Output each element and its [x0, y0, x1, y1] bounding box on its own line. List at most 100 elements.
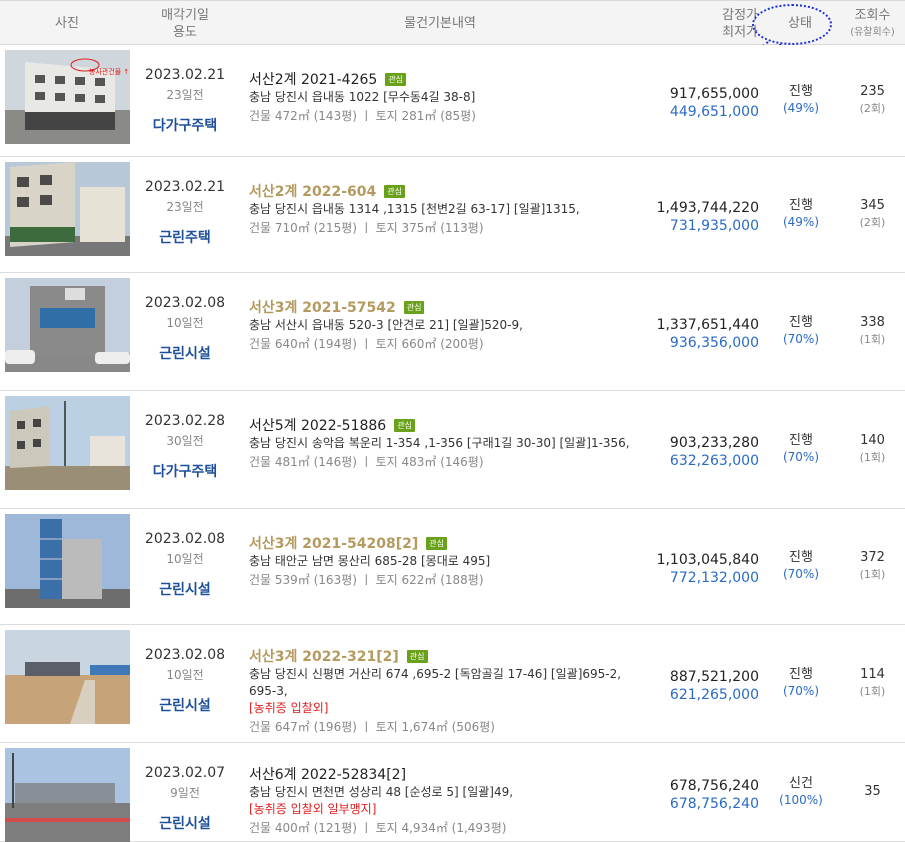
listing-photo[interactable]: [5, 278, 130, 372]
area-summary: 건물 472㎡ (143평) ㅣ 토지 281㎡ (85평): [249, 109, 476, 123]
listing-photo[interactable]: [5, 748, 130, 842]
minimum-price: 678,756,240: [669, 796, 759, 812]
days-left: 10일전: [166, 316, 204, 330]
usage-link[interactable]: 근린시설: [135, 813, 235, 833]
fail-count: (1회): [859, 685, 886, 698]
case-number-link[interactable]: 서산2계 2022-604: [249, 181, 376, 201]
listing-photo[interactable]: [5, 396, 130, 490]
area-summary: 건물 539㎡ (163평) ㅣ 토지 622㎡ (188평): [249, 573, 484, 587]
date-usage-cell: 2023.02.21 23일전 근린주택: [135, 157, 235, 272]
case-number-link[interactable]: 서산3계 2022-321[2]: [249, 646, 399, 666]
days-left: 23일전: [166, 88, 204, 102]
views-cell: 372 (1회): [840, 549, 905, 583]
status-cell: 진행 (70%): [760, 432, 842, 466]
listing-photo[interactable]: [5, 514, 130, 608]
minimum-percent: (49%): [782, 215, 820, 229]
minimum-price: 449,651,000: [669, 104, 759, 120]
auction-date: 2023.02.08: [144, 531, 226, 547]
appraisal-price: 903,233,280: [669, 435, 759, 451]
status-cell: 진행 (70%): [760, 314, 842, 348]
property-address: 충남 태안군 남면 몽산리 685-28 [몽대로 495]: [249, 554, 491, 568]
fail-count: (1회): [859, 451, 886, 464]
status-text: 신건: [789, 776, 813, 791]
view-count: 235: [860, 84, 885, 99]
auction-date: 2023.02.21: [144, 179, 226, 195]
listing-row[interactable]: 2023.02.08 10일전 근린시설 서산3계 2022-321[2] 관심…: [0, 625, 905, 743]
property-address: 충남 당진시 읍내동 1314 ,1315 [천변2길 63-17] [일괄]1…: [249, 202, 580, 216]
status-text: 진행: [789, 198, 813, 213]
status-cell: 진행 (70%): [760, 549, 842, 583]
listing-photo[interactable]: [5, 630, 130, 724]
price-cell: 678,756,240 678,756,240: [640, 777, 759, 813]
property-address: 충남 당진시 송악읍 복운리 1-354 ,1-356 [구래1길 30-30]…: [249, 436, 630, 450]
view-count: 114: [860, 667, 885, 682]
status-text: 진행: [789, 667, 813, 682]
fail-count: (2회): [859, 102, 886, 115]
interest-badge[interactable]: 관심: [426, 536, 448, 550]
property-info: 서산2계 2021-4265 관심 충남 당진시 읍내동 1022 [무수동4길…: [249, 70, 639, 125]
property-info: 서산2계 2022-604 관심 충남 당진시 읍내동 1314 ,1315 […: [249, 182, 639, 237]
listing-row[interactable]: 2023.02.08 10일전 근린시설 서산3계 2021-57542 관심 …: [0, 273, 905, 391]
date-usage-cell: 2023.02.08 10일전 근린시설: [135, 273, 235, 390]
interest-badge[interactable]: 관심: [385, 72, 407, 86]
fail-count: (1회): [859, 333, 886, 346]
photo-overlay-label: 봉사관건물 ↑: [89, 67, 129, 76]
price-cell: 1,103,045,840 772,132,000: [640, 551, 759, 587]
case-number-link[interactable]: 서산6계 2022-52834[2]: [249, 764, 406, 784]
auction-date: 2023.02.08: [144, 647, 226, 663]
case-number-link[interactable]: 서산5계 2022-51886: [249, 415, 386, 435]
price-cell: 1,337,651,440 936,356,000: [640, 316, 759, 352]
listing-row[interactable]: 봉사관건물 ↑ 2023.02.21 23일전 다가구주택 서산2계 2021-…: [0, 45, 905, 157]
usage-link[interactable]: 다가구주택: [135, 115, 235, 135]
status-text: 진행: [789, 315, 813, 330]
header-info: 물건기본내역: [404, 16, 476, 31]
usage-link[interactable]: 근린주택: [135, 227, 235, 247]
days-left: 10일전: [166, 552, 204, 566]
views-cell: 114 (1회): [840, 666, 905, 700]
minimum-price: 772,132,000: [669, 570, 759, 586]
appraisal-price: 678,756,240: [669, 778, 759, 794]
usage-link[interactable]: 근린시설: [135, 695, 235, 715]
auction-date: 2023.02.21: [144, 67, 226, 83]
property-info: 서산6계 2022-52834[2] 충남 당진시 면천면 성상리 48 [순성…: [249, 765, 639, 837]
case-number-link[interactable]: 서산3계 2021-57542: [249, 297, 396, 317]
date-usage-cell: 2023.02.08 10일전 근린시설: [135, 625, 235, 742]
views-cell: 338 (1회): [840, 314, 905, 348]
days-left: 23일전: [166, 200, 204, 214]
price-cell: 903,233,280 632,263,000: [640, 434, 759, 470]
area-summary: 건물 710㎡ (215평) ㅣ 토지 375㎡ (113평): [249, 221, 484, 235]
minimum-price: 731,935,000: [669, 218, 759, 234]
interest-badge[interactable]: 관심: [384, 184, 405, 198]
usage-link[interactable]: 근린시설: [135, 579, 235, 599]
status-text: 진행: [789, 433, 813, 448]
appraisal-price: 887,521,200: [669, 669, 759, 685]
views-cell: 235 (2회): [840, 83, 905, 117]
appraisal-price: 1,493,744,220: [656, 200, 759, 216]
header-views[interactable]: 조회수 (유찰회수): [840, 1, 905, 46]
interest-badge[interactable]: 관심: [394, 418, 415, 432]
usage-link[interactable]: 다가구주택: [135, 461, 235, 481]
minimum-percent: (70%): [782, 450, 820, 464]
views-cell: 345 (2회): [840, 197, 905, 231]
interest-badge[interactable]: 관심: [406, 649, 428, 663]
days-left: 10일전: [166, 668, 204, 682]
interest-badge[interactable]: 관심: [403, 300, 425, 314]
views-cell: 35: [840, 783, 905, 800]
date-usage-cell: 2023.02.08 10일전 근린시설: [135, 509, 235, 624]
property-address: 충남 당진시 면천면 성상리 48 [순성로 5] [일괄]49,: [249, 785, 514, 799]
case-number-link[interactable]: 서산2계 2021-4265: [249, 69, 377, 89]
listing-row[interactable]: 2023.02.28 30일전 다가구주택 서산5계 2022-51886 관심…: [0, 391, 905, 509]
date-usage-cell: 2023.02.21 23일전 다가구주택: [135, 45, 235, 156]
listing-row[interactable]: 2023.02.08 10일전 근린시설 서산3계 2021-54208[2] …: [0, 509, 905, 625]
case-number-link[interactable]: 서산3계 2021-54208[2]: [249, 533, 418, 553]
listing-photo[interactable]: [5, 162, 130, 256]
days-left: 9일전: [170, 786, 200, 800]
area-summary: 건물 400㎡ (121평) ㅣ 토지 4,934㎡ (1,493평): [249, 821, 507, 835]
fail-count: (1회): [859, 568, 886, 581]
usage-link[interactable]: 근린시설: [135, 343, 235, 363]
listing-row[interactable]: 2023.02.07 9일전 근린시설 서산6계 2022-52834[2] 충…: [0, 743, 905, 842]
date-usage-cell: 2023.02.07 9일전 근린시설: [135, 743, 235, 841]
listing-photo[interactable]: 봉사관건물 ↑: [5, 50, 130, 144]
header-date-usage[interactable]: 매각기일 용도: [135, 1, 235, 46]
listing-row[interactable]: 2023.02.21 23일전 근린주택 서산2계 2022-604 관심 충남…: [0, 157, 905, 273]
